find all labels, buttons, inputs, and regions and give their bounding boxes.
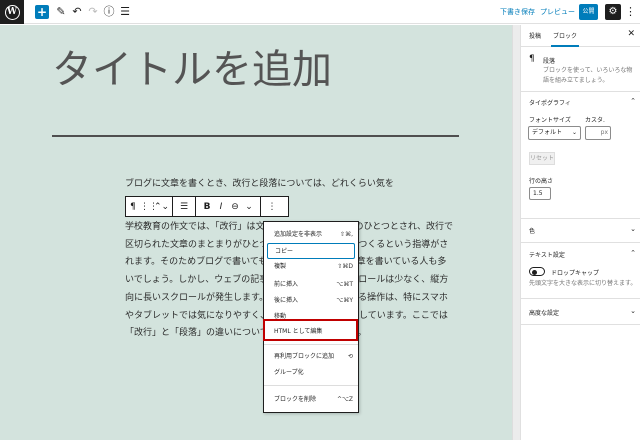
- bold-icon[interactable]: B: [200, 202, 214, 212]
- text-settings-heading[interactable]: テキスト設定: [529, 250, 565, 259]
- custom-size-input[interactable]: px: [585, 126, 611, 140]
- paragraph-block[interactable]: ブログに文章を書くとき、改行と段落については、どれくらい気を: [125, 176, 455, 194]
- block-description: ブロックを使って、いろいろな物語を組み立てましょう。: [543, 67, 633, 84]
- block-options-menu: 追加設定を非表示 ⇧⌘, コピー 複製 ⇧⌘D 前に挿入 ⌥⌘T 後に挿入 ⌥⌘Y 移動…: [263, 221, 359, 413]
- font-size-select[interactable]: デフォルト ⌄: [528, 126, 581, 140]
- drag-handle-icon[interactable]: ⋮⋮: [140, 202, 158, 212]
- editor-scrollbar[interactable]: [512, 25, 520, 440]
- wordpress-icon: W: [4, 4, 20, 20]
- top-toolbar: W + ✎ ↶ ↷ ⓘ ☰ 下書き保存 プレビュー 公開 ⚙ ⋮: [0, 0, 640, 24]
- move-up-down-icon[interactable]: ⌃⌄: [154, 202, 169, 212]
- separator-block: [52, 135, 459, 137]
- settings-gear-icon[interactable]: ⚙: [605, 4, 621, 20]
- block-options-icon[interactable]: ⋮: [265, 202, 279, 212]
- tab-block[interactable]: ブロック: [553, 31, 577, 40]
- info-icon[interactable]: ⓘ: [102, 4, 116, 20]
- reusable-icon: ⟲: [347, 353, 353, 360]
- close-icon[interactable]: ✕: [627, 29, 635, 39]
- add-block-button[interactable]: +: [35, 5, 49, 19]
- link-icon[interactable]: ⊖: [228, 202, 242, 212]
- list-view-icon[interactable]: ☰: [118, 4, 132, 20]
- highlight-frame: [263, 319, 358, 341]
- save-draft-button[interactable]: 下書き保存: [500, 7, 535, 17]
- block-name: 段落: [543, 58, 556, 65]
- typography-heading[interactable]: タイポグラフィ: [529, 98, 571, 107]
- chevron-down-icon[interactable]: ⌄: [242, 202, 256, 212]
- paragraph-block-icon: ¶: [529, 54, 535, 64]
- paragraph-icon[interactable]: ¶: [126, 202, 140, 212]
- reset-button[interactable]: リセット: [529, 152, 555, 165]
- menu-item-add-reusable[interactable]: 再利用ブロックに追加 ⟲: [267, 349, 355, 365]
- menu-item-hide-settings[interactable]: 追加設定を非表示 ⇧⌘,: [267, 227, 355, 243]
- drop-cap-toggle[interactable]: [529, 267, 545, 276]
- undo-icon[interactable]: ↶: [70, 4, 84, 20]
- menu-item-remove-block[interactable]: ブロックを削除 ^⌥Z: [267, 392, 355, 408]
- preview-button[interactable]: プレビュー: [540, 7, 575, 17]
- more-options-icon[interactable]: ⋮: [625, 4, 636, 20]
- menu-item-insert-before[interactable]: 前に挿入 ⌥⌘T: [267, 277, 355, 293]
- chevron-down-icon[interactable]: ⌄: [630, 225, 636, 233]
- drop-cap-label: ドロップキャップ: [551, 270, 600, 277]
- color-heading[interactable]: 色: [529, 226, 535, 235]
- post-title[interactable]: タイトルを追加: [52, 50, 332, 90]
- menu-item-insert-after[interactable]: 後に挿入 ⌥⌘Y: [267, 293, 355, 309]
- line-height-input[interactable]: 1.5: [529, 187, 551, 200]
- line-height-label: 行の高さ: [529, 178, 554, 185]
- publish-button[interactable]: 公開: [579, 4, 598, 20]
- advanced-heading[interactable]: 高度な設定: [529, 308, 559, 317]
- chevron-down-icon[interactable]: ⌄: [630, 307, 636, 315]
- align-icon[interactable]: ☰: [177, 202, 191, 212]
- settings-sidebar: 投稿 ブロック ✕ ¶ 段落 ブロックを使って、いろいろな物語を組み立てましょう…: [520, 25, 640, 440]
- font-size-label: フォントサイズ: [529, 117, 571, 124]
- menu-item-duplicate[interactable]: 複製 ⇧⌘D: [267, 259, 355, 275]
- chevron-up-icon[interactable]: ⌃: [630, 97, 636, 105]
- menu-item-copy[interactable]: コピー: [267, 243, 355, 259]
- wordpress-logo[interactable]: W: [0, 0, 24, 24]
- chevron-up-icon[interactable]: ⌃: [630, 249, 636, 257]
- redo-icon[interactable]: ↷: [86, 4, 100, 20]
- tab-post[interactable]: 投稿: [529, 31, 541, 40]
- pencil-icon[interactable]: ✎: [54, 4, 68, 20]
- menu-item-group[interactable]: グループ化: [267, 365, 355, 381]
- custom-size-label: カスタ.: [585, 117, 605, 124]
- drop-cap-description: 先頭文字を大きな表示に切り替えます。: [529, 280, 637, 287]
- italic-icon[interactable]: I: [214, 202, 228, 212]
- block-toolbar: ¶ ⋮⋮ ⌃⌄ ☰ B I ⊖ ⌄ ⋮: [125, 196, 289, 217]
